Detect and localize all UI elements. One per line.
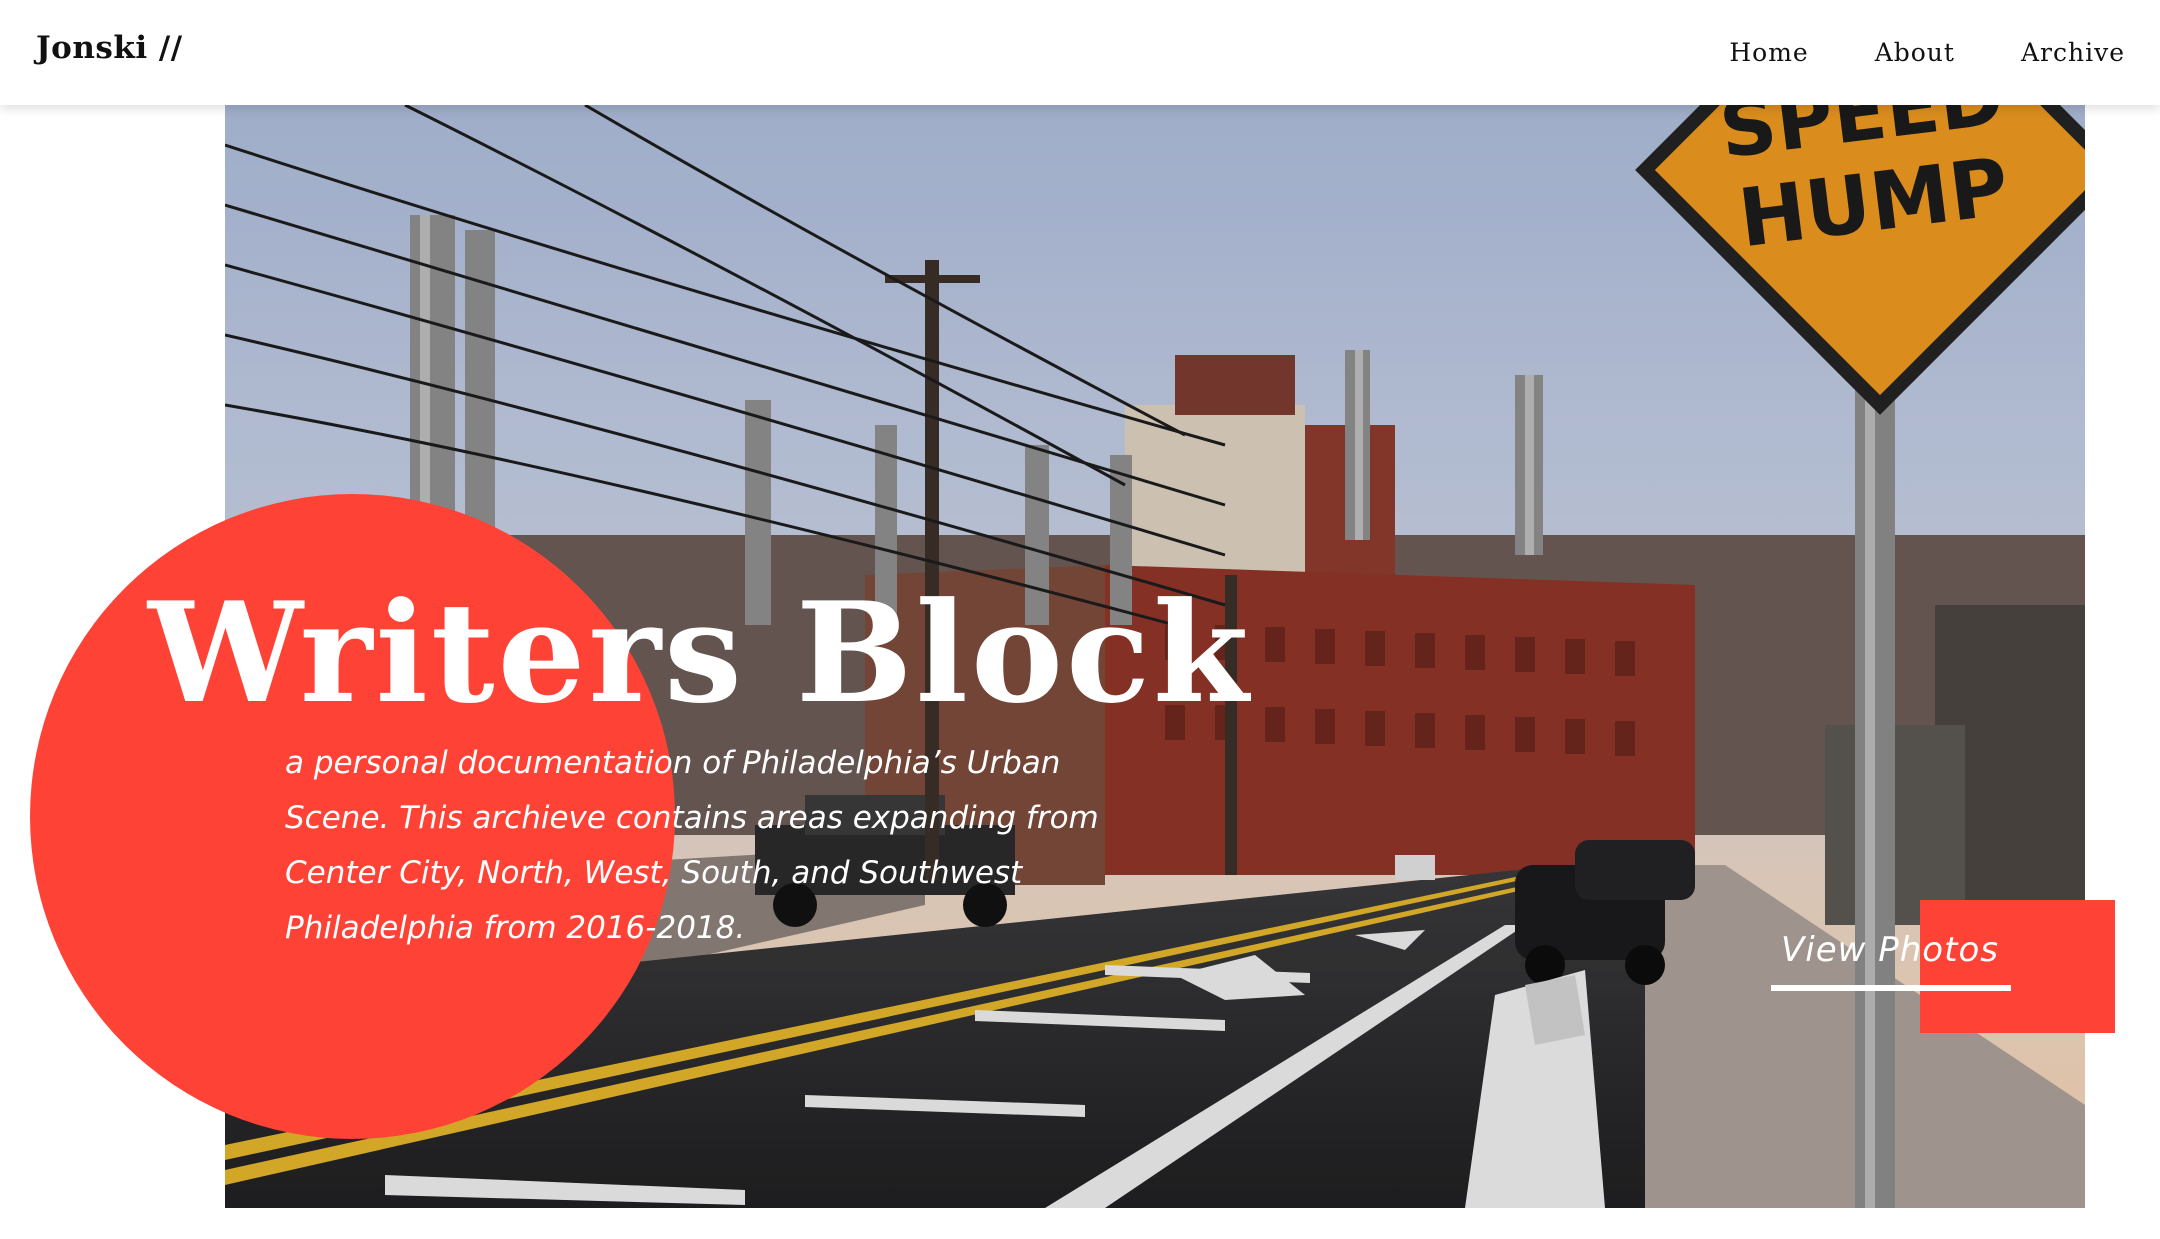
- main-nav: Home About Archive: [1729, 38, 2125, 67]
- site-header: Jonski // Home About Archive: [0, 0, 2160, 105]
- nav-archive-link[interactable]: Archive: [2021, 38, 2125, 67]
- view-photos-button[interactable]: View Photos: [1770, 930, 2010, 990]
- hero-description: a personal documentation of Philadelphia…: [285, 745, 1099, 946]
- hero-title: Writers Block: [148, 571, 1252, 734]
- site-logo[interactable]: Jonski //: [36, 30, 183, 66]
- view-photos-underline: [1771, 985, 2011, 991]
- nav-about-link[interactable]: About: [1875, 38, 1955, 67]
- nav-home-link[interactable]: Home: [1729, 38, 1808, 67]
